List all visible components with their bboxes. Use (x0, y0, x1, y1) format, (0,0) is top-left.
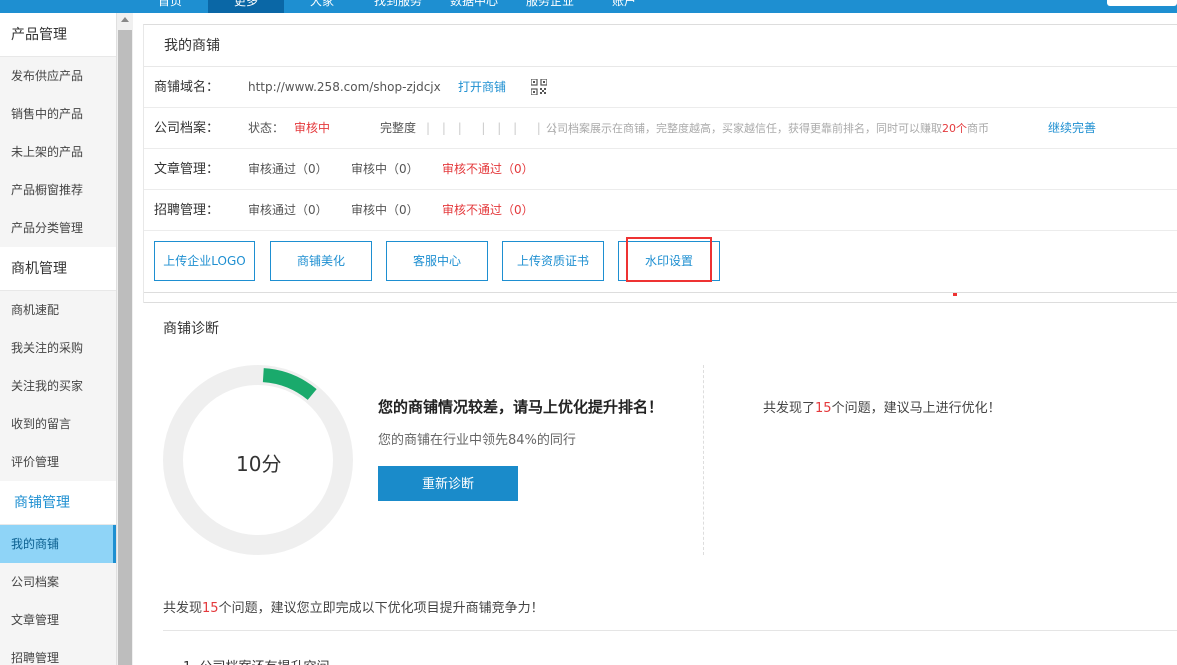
profile-hint: 公司档案展示在商铺，完整度越高，买家越信任，获得更靠前排名，同时可以赚取20个商… (546, 122, 989, 135)
bottom-divider (163, 630, 1177, 631)
sidebar-item-quick-match[interactable]: 商机速配 (0, 291, 116, 329)
sidebar-item-recruitment[interactable]: 招聘管理 (0, 639, 116, 665)
score-value: 10分 (236, 452, 282, 476)
recruit-rejected[interactable]: 审核不通过（0） (442, 190, 534, 231)
shop-action-buttons: 上传企业LOGO 商铺美化 客服中心 上传资质证书 水印设置 (144, 231, 1177, 296)
customer-service-button[interactable]: 客服中心 (386, 241, 488, 281)
sidebar-item-articles[interactable]: 文章管理 (0, 601, 116, 639)
continue-improve-link[interactable]: 继续完善 (1048, 108, 1096, 149)
diagnosis-title: 商铺诊断 (163, 321, 219, 337)
sidebar-item-my-shop[interactable]: 我的商铺 (0, 525, 116, 563)
gauge-track (163, 365, 353, 555)
sidebar-item-publish-supply[interactable]: 发布供应产品 (0, 57, 116, 95)
diagnosis-headline: 您的商铺情况较差，请马上优化提升排名！ (378, 398, 664, 416)
domain-url: http://www.258.com/shop-zjdcjx (248, 80, 441, 94)
scroll-up-arrow-icon[interactable] (121, 17, 129, 22)
sidebar-item-followed-purchases[interactable]: 我关注的采购 (0, 329, 116, 367)
section-separator (144, 293, 1177, 303)
shop-domain-row: 商铺域名： http://www.258.com/shop-zjdcjx 打开商… (144, 67, 1177, 108)
score-gauge (163, 365, 353, 555)
panel-title: 我的商铺 (144, 25, 1177, 67)
sidebar-item-messages[interactable]: 收到的留言 (0, 405, 116, 443)
top-search-input[interactable] (1107, 0, 1177, 6)
diagnosis-subline: 您的商铺在行业中领先84%的同行 (378, 433, 576, 448)
top-nav: 首页 更多 大家 找到服务 数据中心 服务企业 账户 (0, 0, 1177, 13)
optimization-item-1: 1. 公司档案还有提升空间 (183, 656, 330, 665)
scrollbar-thumb[interactable] (118, 30, 132, 665)
nav-more[interactable]: 更多 (208, 0, 285, 13)
nav-find-service[interactable]: 找到服务 (374, 0, 422, 13)
qr-code-icon[interactable] (531, 79, 547, 95)
completeness-label: 完整度 (380, 121, 417, 135)
sidebar-item-category-manage[interactable]: 产品分类管理 (0, 209, 116, 247)
sidebar-group-products[interactable]: 产品管理 (0, 13, 116, 57)
nav-home[interactable]: 首页 (158, 0, 182, 13)
article-label: 文章管理： (154, 162, 220, 177)
sidebar-group-opportunities[interactable]: 商机管理 (0, 247, 116, 291)
found-issues-advice: 共发现15个问题，建议您立即完成以下优化项目提升商铺竞争力！ (163, 601, 544, 616)
found-issues-summary: 共发现了15个问题，建议马上进行优化！ (763, 401, 1001, 416)
sidebar: 产品管理 发布供应产品 销售中的产品 未上架的产品 产品橱窗推荐 产品分类管理 … (0, 13, 116, 665)
sidebar-item-products-offline[interactable]: 未上架的产品 (0, 133, 116, 171)
recruit-label: 招聘管理： (154, 203, 220, 218)
profile-label: 公司档案： (154, 121, 220, 136)
main-content: 我的商铺 商铺域名： http://www.258.com/shop-zjdcj… (143, 24, 1177, 303)
watermark-settings-button[interactable]: 水印设置 (618, 241, 720, 281)
recruit-reviewing[interactable]: 审核中（0） (351, 190, 419, 231)
status-label: 状态： (248, 121, 285, 135)
nav-everyone[interactable]: 大家 (310, 0, 334, 13)
sidebar-item-followers[interactable]: 关注我的买家 (0, 367, 116, 405)
sidebar-scrollbar[interactable] (116, 13, 133, 665)
sidebar-item-window-recommend[interactable]: 产品橱窗推荐 (0, 171, 116, 209)
nav-account[interactable]: 账户 (612, 0, 636, 13)
open-shop-link[interactable]: 打开商铺 (458, 67, 506, 108)
article-approved[interactable]: 审核通过（0） (248, 149, 328, 190)
red-dot-marker (953, 293, 957, 296)
sidebar-item-reviews[interactable]: 评价管理 (0, 443, 116, 481)
domain-label: 商铺域名： (154, 80, 220, 95)
status-value: 审核中 (294, 121, 331, 135)
article-reviewing[interactable]: 审核中（0） (351, 149, 419, 190)
nav-service-enterprise[interactable]: 服务企业 (526, 0, 574, 13)
upload-certificate-button[interactable]: 上传资质证书 (502, 241, 604, 281)
sidebar-group-shop[interactable]: 商铺管理 (0, 481, 116, 525)
recruit-approved[interactable]: 审核通过（0） (248, 190, 328, 231)
company-profile-row: 公司档案： 状态： 审核中 完整度 | | | | | | | | | 公司档案… (144, 108, 1177, 149)
gauge-progress-arc (166, 368, 350, 552)
nav-data-center[interactable]: 数据中心 (450, 0, 498, 13)
recruit-manage-row: 招聘管理： 审核通过（0） 审核中（0） 审核不通过（0） (144, 190, 1177, 231)
upload-logo-button[interactable]: 上传企业LOGO (154, 241, 255, 281)
my-shop-panel: 我的商铺 商铺域名： http://www.258.com/shop-zjdcj… (143, 24, 1177, 303)
article-rejected[interactable]: 审核不通过（0） (442, 149, 534, 190)
article-manage-row: 文章管理： 审核通过（0） 审核中（0） 审核不通过（0） (144, 149, 1177, 190)
sidebar-item-company-profile[interactable]: 公司档案 (0, 563, 116, 601)
sidebar-item-products-on-sale[interactable]: 销售中的产品 (0, 95, 116, 133)
rediagnose-button[interactable]: 重新诊断 (378, 466, 518, 501)
shop-beautify-button[interactable]: 商铺美化 (270, 241, 372, 281)
vertical-divider (703, 365, 704, 555)
